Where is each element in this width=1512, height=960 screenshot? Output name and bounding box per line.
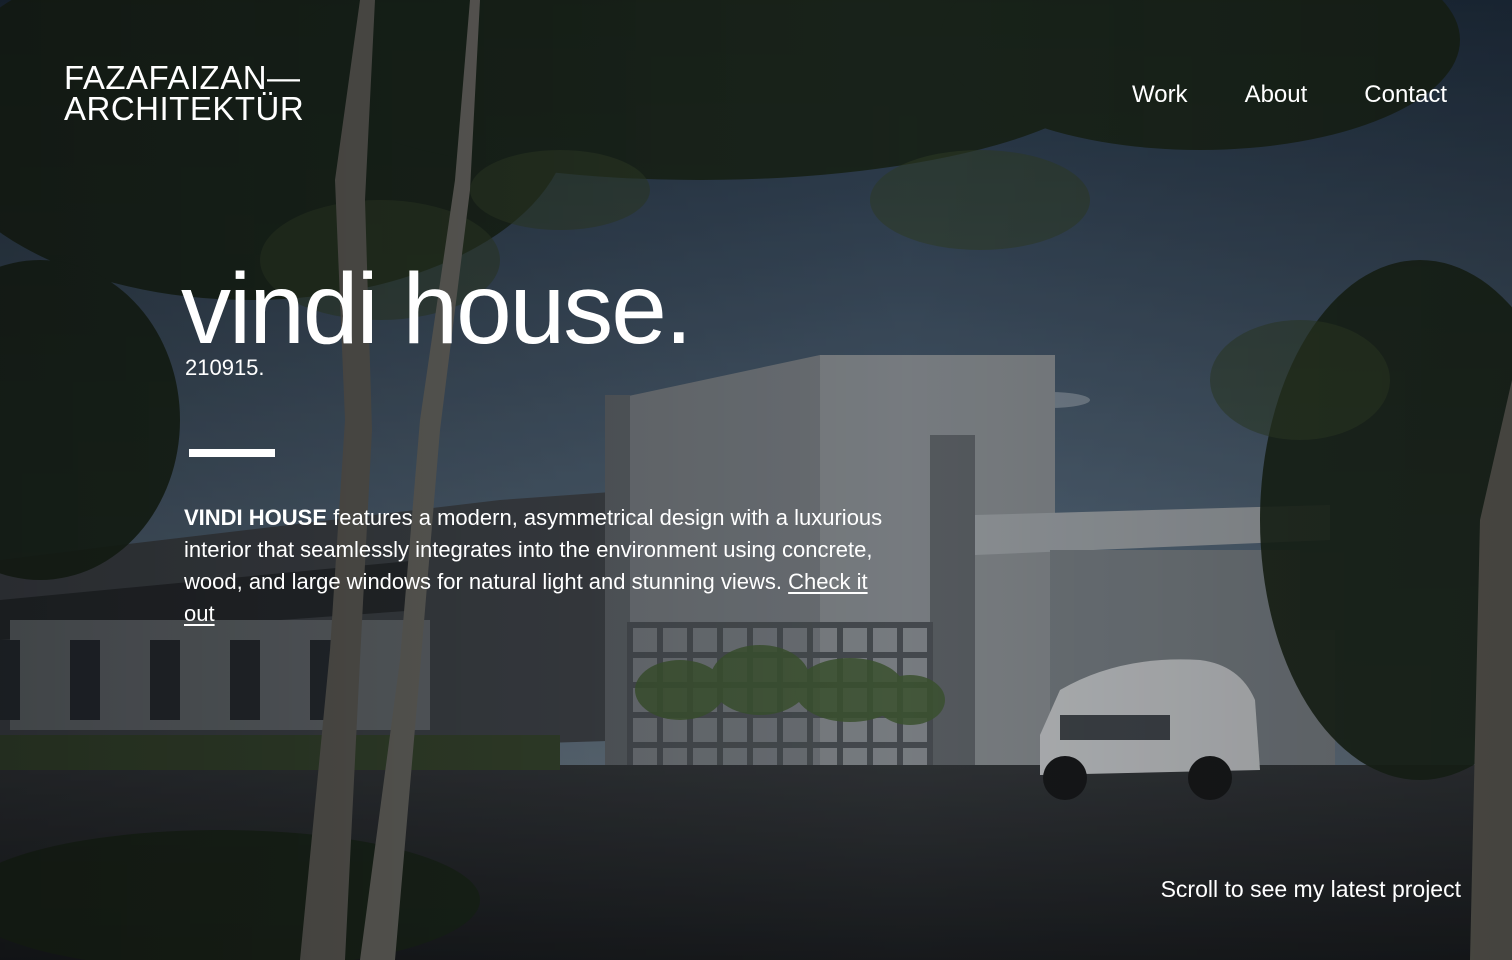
main-nav: Work About Contact xyxy=(1132,80,1447,110)
title-divider xyxy=(189,449,275,457)
scroll-hint: Scroll to see my latest project xyxy=(1160,876,1461,902)
project-name-highlight: VINDI HOUSE xyxy=(184,505,328,530)
logo-line-2: ARCHITEKTÜR xyxy=(64,90,305,127)
nav-link-contact[interactable]: Contact xyxy=(1364,80,1447,110)
nav-link-work[interactable]: Work xyxy=(1132,80,1188,110)
logo-line-1: FAZAFAIZAN— xyxy=(64,59,301,96)
project-description: VINDI HOUSE features a modern, asymmetri… xyxy=(184,502,904,630)
project-title: vindi house. xyxy=(181,253,693,365)
project-code: 210915. xyxy=(185,355,265,380)
hero-background-image xyxy=(0,0,1512,960)
nav-link-about[interactable]: About xyxy=(1245,80,1308,110)
site-logo[interactable]: FAZAFAIZAN— ARCHITEKTÜR xyxy=(64,59,305,127)
